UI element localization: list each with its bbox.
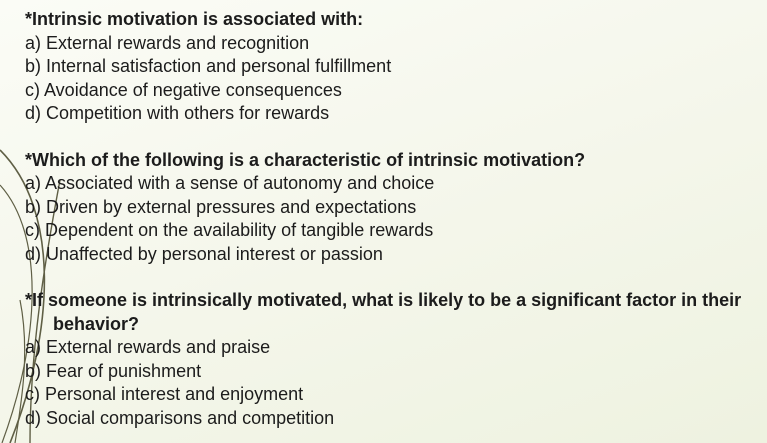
answer-option: d) Competition with others for rewards [25, 103, 330, 123]
question-title: *If someone is intrinsically motivated, … [25, 290, 742, 334]
quiz-content: *Intrinsic motivation is associated with… [25, 8, 760, 430]
answer-option: b) Driven by external pressures and expe… [25, 196, 417, 217]
question-title: *Intrinsic motivation is associated with… [25, 9, 364, 29]
answer-option: d) Social comparisons and competition [25, 407, 335, 428]
answer-option: b) Fear of punishment [25, 360, 202, 381]
answer-option: a) Associated with a sense of autonomy a… [25, 173, 435, 193]
answer-option: b) Internal satisfaction and personal fu… [25, 56, 392, 76]
answer-option: c) Avoidance of negative consequences [25, 79, 342, 100]
question-title: *Which of the following is a characteris… [25, 149, 586, 170]
answer-option: c) Personal interest and enjoyment [25, 384, 304, 404]
question-3: *If someone is intrinsically motivated, … [25, 289, 760, 430]
answer-option: d) Unaffected by personal interest or pa… [25, 243, 383, 264]
question-2: *Which of the following is a characteris… [25, 149, 760, 267]
question-1: *Intrinsic motivation is associated with… [25, 8, 760, 126]
answer-option: a) External rewards and recognition [25, 32, 310, 53]
answer-option: c) Dependent on the availability of tang… [25, 220, 434, 240]
answer-option: a) External rewards and praise [25, 337, 271, 357]
